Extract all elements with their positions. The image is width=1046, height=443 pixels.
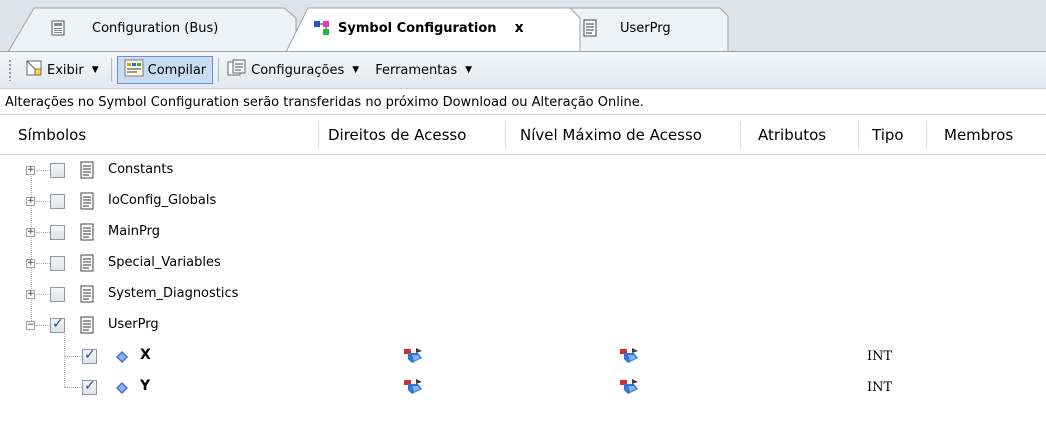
expand-icon[interactable]: + <box>26 290 35 299</box>
variable-icon <box>116 351 128 363</box>
expand-icon[interactable]: + <box>26 259 35 268</box>
tree-node-label[interactable]: Constants <box>108 162 173 177</box>
read-write-icon[interactable] <box>402 347 424 365</box>
tree-line <box>36 232 50 233</box>
column-divider[interactable] <box>926 121 927 149</box>
tab-label: Symbol Configuration <box>338 20 497 36</box>
symbol-checkbox[interactable] <box>50 287 65 302</box>
column-access-rights[interactable]: Direitos de Acesso <box>320 115 505 155</box>
variable-name[interactable]: Y <box>140 378 150 394</box>
tab-configuration-bus[interactable]: Configuration (Bus) <box>8 6 298 53</box>
column-max-access-level[interactable]: Nível Máximo de Acesso <box>512 115 737 155</box>
settings-label: Configurações <box>251 62 345 78</box>
document-icon <box>80 192 94 210</box>
tree-row: + Constants <box>0 155 1046 186</box>
symbol-config-icon <box>314 20 330 36</box>
tree-node-label[interactable]: UserPrg <box>108 317 159 332</box>
column-header: Símbolos Direitos de Acesso Nível Máximo… <box>0 115 1046 155</box>
variable-icon <box>116 382 128 394</box>
compile-label: Compilar <box>147 62 207 78</box>
document-icon <box>80 285 94 303</box>
tree-row: + IoConfig_Globals <box>0 186 1046 217</box>
tree-line <box>36 170 50 171</box>
tab-label: Configuration (Bus) <box>92 20 219 36</box>
toolbar-separator <box>110 58 112 82</box>
symbol-checkbox[interactable] <box>50 256 65 271</box>
collapse-icon[interactable]: − <box>26 321 35 330</box>
toolbar-separator <box>218 58 220 82</box>
view-dropdown-button[interactable]: Exibir ▼ <box>18 56 106 84</box>
document-icon <box>80 223 94 241</box>
toolbar: Exibir ▼ Compilar Configurações ▼ Ferram… <box>0 52 1046 89</box>
symbol-checkbox[interactable] <box>50 316 65 333</box>
compile-icon <box>124 59 144 81</box>
tools-dropdown-button[interactable]: Ferramentas ▼ <box>368 56 479 84</box>
document-icon <box>582 19 598 37</box>
tree-line <box>36 263 50 264</box>
tree-row: + Special_Variables <box>0 248 1046 279</box>
column-symbols[interactable]: Símbolos <box>10 115 315 155</box>
chevron-down-icon: ▼ <box>91 65 99 75</box>
column-divider[interactable] <box>505 121 506 149</box>
editor-tab-strip: Configuration (Bus) UserPrg Symbol Confi… <box>0 0 1046 53</box>
variable-checkbox[interactable] <box>82 347 97 364</box>
settings-icon <box>227 59 247 81</box>
variable-checkbox[interactable] <box>82 378 97 395</box>
tree-node-label[interactable]: IoConfig_Globals <box>108 193 216 208</box>
tree-line <box>64 356 82 357</box>
tab-symbol-configuration[interactable]: Symbol Configuration x <box>286 6 582 53</box>
document-icon <box>80 254 94 272</box>
symbol-checkbox[interactable] <box>50 194 65 209</box>
tree-line <box>36 325 50 326</box>
toolbar-grip[interactable] <box>8 59 12 81</box>
read-write-icon[interactable] <box>402 378 424 396</box>
chevron-down-icon: ▼ <box>465 65 473 75</box>
column-divider[interactable] <box>318 121 319 149</box>
tree-node-label[interactable]: MainPrg <box>108 224 160 239</box>
variable-name[interactable]: X <box>140 347 151 363</box>
bus-config-icon <box>50 20 66 36</box>
close-icon[interactable]: x <box>515 20 524 36</box>
settings-dropdown-button[interactable]: Configurações ▼ <box>224 56 366 84</box>
tree-row: + System_Diagnostics <box>0 279 1046 310</box>
document-icon <box>80 161 94 179</box>
expand-icon[interactable]: + <box>26 228 35 237</box>
read-write-icon[interactable] <box>618 347 640 365</box>
info-message: Alterações no Symbol Configuration serão… <box>0 90 1046 115</box>
variable-type: INT <box>867 380 893 395</box>
tree-row: − UserPrg <box>0 310 1046 341</box>
symbol-checkbox[interactable] <box>50 163 65 178</box>
expand-icon[interactable]: + <box>26 197 35 206</box>
view-label: Exibir <box>47 62 84 78</box>
document-icon <box>80 316 94 334</box>
tools-label: Ferramentas <box>375 62 458 78</box>
symbol-checkbox[interactable] <box>50 225 65 240</box>
compile-button[interactable]: Compilar <box>116 56 214 84</box>
tree-line <box>36 201 50 202</box>
tab-label: UserPrg <box>620 20 671 36</box>
column-divider[interactable] <box>858 121 859 149</box>
variable-row: Y INT <box>0 372 1046 403</box>
expand-icon[interactable]: + <box>26 166 35 175</box>
column-type[interactable]: Tipo <box>864 115 924 155</box>
tab-userprg[interactable]: UserPrg <box>570 6 730 53</box>
tree-line <box>36 294 50 295</box>
variable-row: X INT <box>0 341 1046 372</box>
tree-node-label[interactable]: System_Diagnostics <box>108 286 238 301</box>
view-icon <box>25 59 43 81</box>
tree-node-label[interactable]: Special_Variables <box>108 255 221 270</box>
column-members[interactable]: Membros <box>936 115 1041 155</box>
tree-line <box>64 387 82 388</box>
column-divider[interactable] <box>740 121 741 149</box>
column-attributes[interactable]: Atributos <box>750 115 855 155</box>
tree-row: + MainPrg <box>0 217 1046 248</box>
variable-type: INT <box>867 349 893 364</box>
read-write-icon[interactable] <box>618 378 640 396</box>
chevron-down-icon: ▼ <box>352 65 360 75</box>
